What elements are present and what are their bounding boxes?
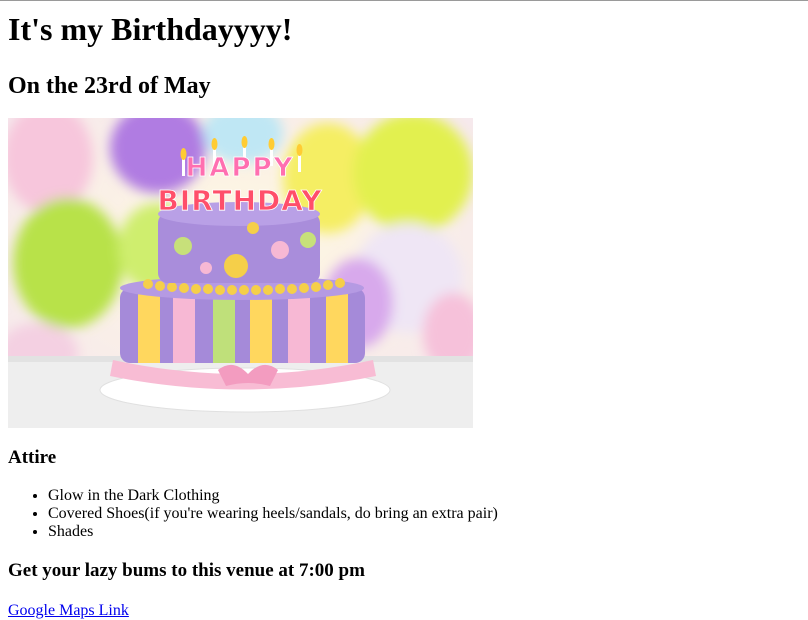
svg-text:HAPPY: HAPPY xyxy=(186,153,295,183)
page-title: It's my Birthdayyyy! xyxy=(8,11,293,47)
date-heading: On the 23rd of May xyxy=(8,73,211,99)
google-maps-link[interactable]: Google Maps Link xyxy=(8,602,808,620)
list-item: Covered Shoes(if you're wearing heels/sa… xyxy=(48,505,808,523)
svg-text:BIRTHDAY: BIRTHDAY xyxy=(157,184,322,217)
page-body: It's my Birthdayyyy! On the 23rd of May xyxy=(0,1,808,620)
venue-heading: Get your lazy bums to this venue at 7:00… xyxy=(8,560,365,581)
attire-list: Glow in the Dark Clothing Covered Shoes(… xyxy=(8,487,808,541)
birthday-cake-image: HAPPY BIRTHDAY xyxy=(8,118,473,428)
list-item: Glow in the Dark Clothing xyxy=(48,487,808,505)
attire-heading: Attire xyxy=(8,447,57,468)
list-item: Shades xyxy=(48,523,808,541)
